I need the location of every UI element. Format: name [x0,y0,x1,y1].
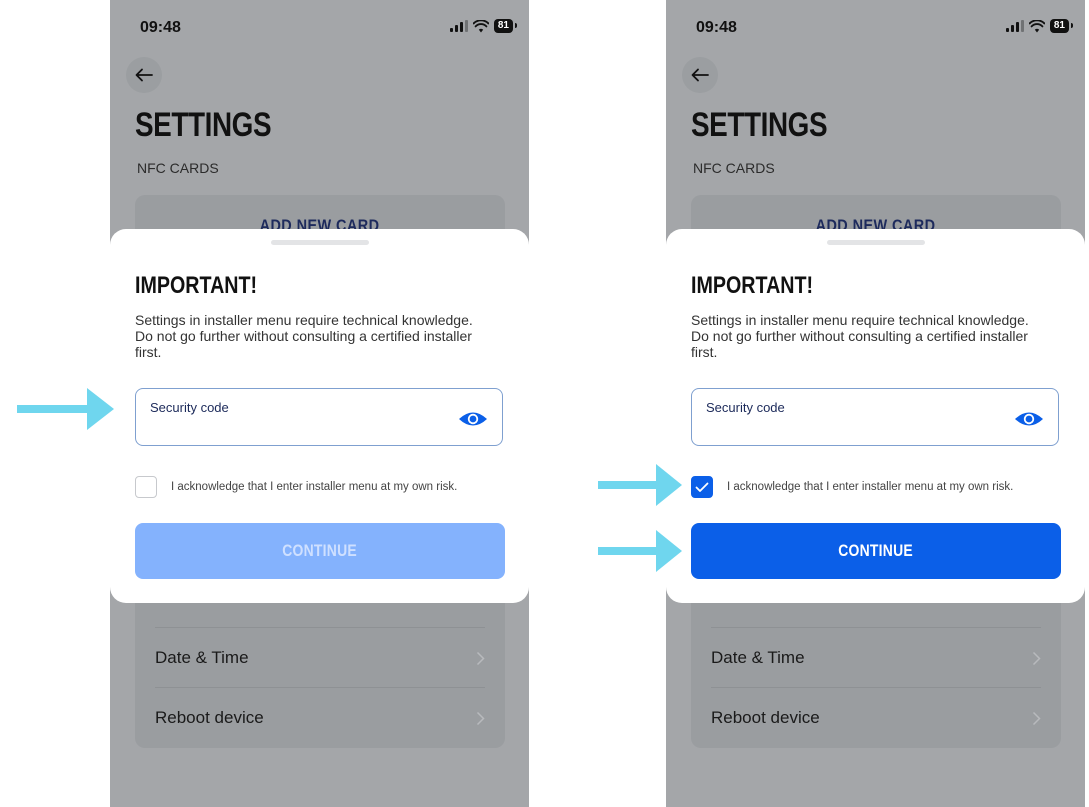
section-label: NFC CARDS [693,160,775,176]
security-code-input[interactable]: Security code [691,388,1059,446]
annotation-arrow-checkbox [598,464,682,506]
back-arrow-icon [691,68,709,82]
continue-button[interactable]: CONTINUE [135,523,505,579]
status-icons: 81 [449,19,518,33]
acknowledge-row: I acknowledge that I enter installer men… [691,475,1071,499]
list-item-date-time[interactable]: Date & Time [711,627,1041,688]
dialog-body: Settings in installer menu require techn… [691,312,1029,360]
chevron-right-icon [1032,651,1041,665]
dialog-body: Settings in installer menu require techn… [135,312,473,360]
sheet-handle[interactable] [827,240,925,245]
important-dialog: IMPORTANT! Settings in installer menu re… [110,229,529,603]
list-item-reboot-device[interactable]: Reboot device [711,687,1041,748]
check-icon [695,482,709,492]
phone-screen-after: 09:48 81 SETTINGS NFC CARDS ADD NEW CARD… [666,0,1085,807]
list-item-label: Reboot device [711,708,820,727]
list-item-label: Date & Time [711,648,805,667]
page-title: SETTINGS [135,106,272,144]
back-arrow-icon [135,68,153,82]
acknowledge-checkbox[interactable] [135,476,157,498]
acknowledge-checkbox[interactable] [691,476,713,498]
security-code-input[interactable]: Security code [135,388,503,446]
sheet-handle[interactable] [271,240,369,245]
important-dialog: IMPORTANT! Settings in installer menu re… [666,229,1085,603]
page-title: SETTINGS [691,106,828,144]
chevron-right-icon [1032,711,1041,725]
wifi-icon [1028,19,1045,32]
phone-screen-before: 09:48 81 SETTINGS NFC CARDS ADD NEW CARD… [110,0,529,807]
battery-icon: 81 [1049,19,1074,33]
back-button[interactable] [682,57,718,93]
list-item-reboot-device[interactable]: Reboot device [155,687,485,748]
dialog-title: IMPORTANT! [135,272,258,299]
list-item-date-time[interactable]: Date & Time [155,627,485,688]
continue-label: CONTINUE [838,541,914,560]
wifi-icon [472,19,489,32]
eye-icon[interactable] [458,409,488,429]
signal-icon [1005,20,1024,32]
status-time: 09:48 [140,19,181,36]
back-button[interactable] [126,57,162,93]
acknowledge-row: I acknowledge that I enter installer men… [135,475,515,499]
security-code-label: Security code [150,400,229,415]
annotation-arrow-continue [598,530,682,572]
chevron-right-icon [476,711,485,725]
list-item-label: Reboot device [155,708,264,727]
acknowledge-text: I acknowledge that I enter installer men… [727,481,1014,493]
signal-icon [449,20,468,32]
acknowledge-text: I acknowledge that I enter installer men… [171,481,458,493]
security-code-label: Security code [706,400,785,415]
annotation-arrow-security-code [17,388,114,430]
dialog-title: IMPORTANT! [691,272,814,299]
status-time: 09:48 [696,19,737,36]
list-item-label: Date & Time [155,648,249,667]
status-icons: 81 [1005,19,1074,33]
continue-label: CONTINUE [282,541,358,560]
battery-icon: 81 [493,19,518,33]
section-label: NFC CARDS [137,160,219,176]
continue-button[interactable]: CONTINUE [691,523,1061,579]
chevron-right-icon [476,651,485,665]
eye-icon[interactable] [1014,409,1044,429]
